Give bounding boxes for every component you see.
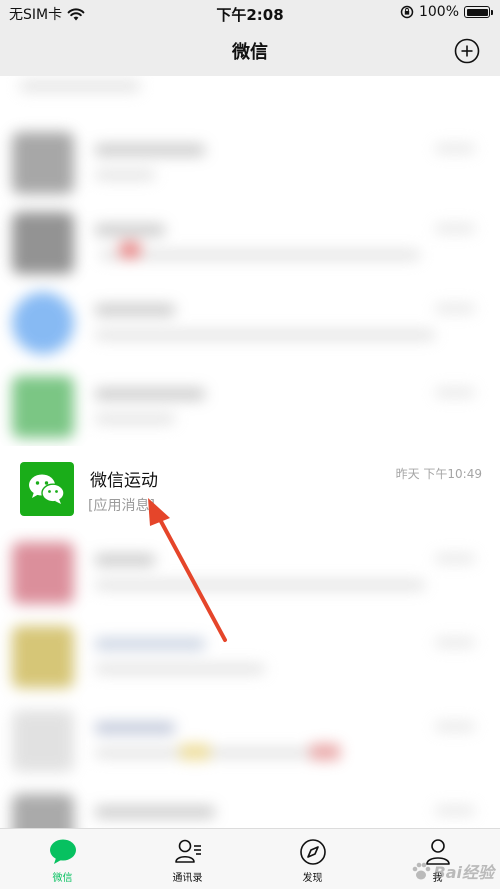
battery-icon [464,6,493,18]
status-right: 100% [400,4,493,20]
chat-preview: [应用消息] [88,498,155,514]
list-item[interactable] [0,700,500,780]
plus-circle-icon[interactable] [454,38,480,64]
nav-bar: 微信 [0,26,500,76]
battery-fill [466,8,488,16]
compass-icon [299,839,326,865]
status-bar: 无SIM卡 下午2:08 100% [0,0,500,26]
list-item[interactable] [0,784,500,828]
battery-percent: 100% [418,4,459,20]
list-item[interactable] [0,202,500,282]
tab-discover[interactable]: 发现 [250,829,375,889]
watermark-text: Bai经验 [433,863,494,882]
orientation-lock-icon [400,5,414,19]
baidu-watermark: Bai经验 [410,859,494,883]
list-item[interactable] [0,282,500,362]
paw-logo-icon [412,862,430,880]
wechat-sports-avatar [20,462,74,516]
tab-label: 通讯录 [172,873,203,884]
tab-contacts[interactable]: 通讯录 [125,829,250,889]
page-title: 微信 [232,42,268,63]
list-item[interactable] [0,122,500,202]
list-item[interactable] [0,366,500,446]
chat-time: 昨天 下午10:49 [395,467,482,481]
contacts-icon [174,839,201,863]
wechat-logo-icon [29,474,65,504]
chat-name: 微信运动 [90,471,158,491]
chat-bubble-icon [49,839,76,864]
tab-chats[interactable]: 微信 [0,829,125,889]
tab-label: 微信 [52,873,73,884]
tab-label: 发现 [302,873,323,884]
chat-row-wechat-sports[interactable]: 微信运动 [应用消息] 昨天 下午10:49 [0,446,500,528]
list-item[interactable] [0,616,500,696]
list-item[interactable] [0,532,500,612]
